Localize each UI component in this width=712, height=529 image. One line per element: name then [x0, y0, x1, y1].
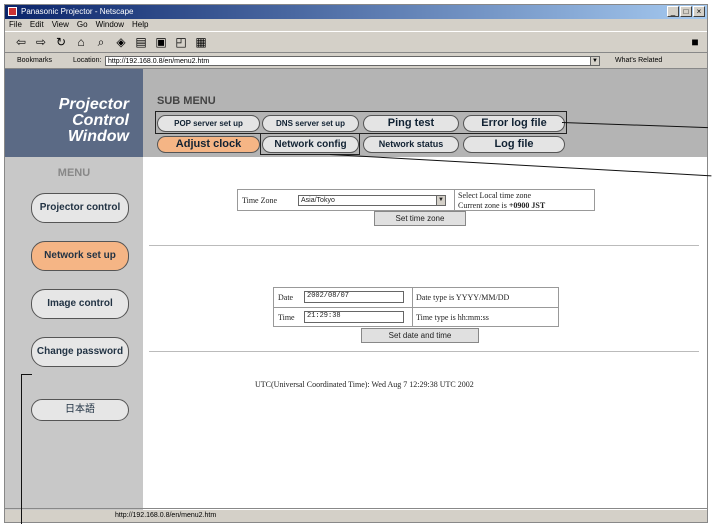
sidebar-item-projector-control[interactable]: Projector control [31, 193, 129, 223]
close-icon[interactable]: × [693, 6, 705, 17]
print-icon[interactable]: ▤ [133, 34, 149, 50]
submenu-title: SUB MENU [157, 95, 216, 107]
location-bar: Bookmarks Location: http://192.168.0.8/e… [5, 53, 707, 69]
timezone-table: Time Zone Asia/Tokyo ▼ Select Local time… [237, 189, 595, 211]
back-icon[interactable]: ⇦ [13, 34, 29, 50]
sidebar-item-change-password[interactable]: Change password [31, 337, 129, 367]
menu-edit[interactable]: Edit [30, 19, 44, 31]
divider [149, 245, 699, 246]
callout-box [155, 111, 567, 134]
utc-time-text: UTC(Universal Coordinated Time): Wed Aug… [255, 380, 474, 389]
date-hint: Date type is YYYY/MM/DD [416, 293, 510, 302]
sidebar-item-image-control[interactable]: Image control [31, 289, 129, 319]
adjust-clock-button[interactable]: Adjust clock [157, 136, 260, 153]
time-label: Time [278, 313, 295, 322]
forward-icon[interactable]: ⇨ [33, 34, 49, 50]
callout-line [22, 374, 32, 376]
maximize-icon[interactable]: □ [680, 6, 692, 17]
chevron-down-icon[interactable]: ▼ [590, 56, 600, 66]
menu-title: MENU [57, 167, 91, 179]
shop-icon[interactable]: ◰ [173, 34, 189, 50]
menu-file[interactable]: File [9, 19, 22, 31]
callout-line [21, 374, 23, 524]
time-hint: Time type is hh:mm:ss [416, 313, 489, 322]
title-bar: Panasonic Projector - Netscape _ □ × [5, 5, 707, 19]
app-icon [8, 7, 17, 16]
page-header: Projector Control Window SUB MENU POP se… [5, 69, 707, 157]
menu-bar: File Edit View Go Window Help [5, 19, 707, 31]
page-content: Projector Control Window SUB MENU POP se… [5, 69, 707, 510]
date-label: Date [278, 293, 294, 302]
sidebar-item-japanese[interactable]: 日本語 [31, 399, 129, 421]
datetime-table: Date 2002/08/07 Date type is YYYY/MM/DD … [273, 287, 559, 327]
menu-view[interactable]: View [52, 19, 69, 31]
status-bar: http://192.168.0.8/en/menu2.htm [5, 508, 707, 522]
callout-box [260, 133, 360, 155]
security-icon[interactable]: ▣ [153, 34, 169, 50]
menu-window[interactable]: Window [96, 19, 124, 31]
logo: Projector Control Window [5, 69, 143, 157]
netscape-icon[interactable]: ◈ [113, 34, 129, 50]
log-file-button[interactable]: Log file [463, 136, 565, 153]
sidebar-item-network-setup[interactable]: Network set up [31, 241, 129, 271]
netscape-logo-icon: ■ [691, 35, 699, 49]
timezone-label: Time Zone [242, 196, 278, 205]
location-label: Location: [73, 57, 102, 64]
window-title: Panasonic Projector - Netscape [21, 7, 134, 16]
chevron-down-icon[interactable]: ▼ [436, 195, 446, 206]
main-panel: Time Zone Asia/Tokyo ▼ Select Local time… [143, 157, 707, 510]
search-icon[interactable]: ⌕ [93, 34, 109, 50]
menu-go[interactable]: Go [77, 19, 88, 31]
divider [149, 351, 699, 352]
whats-related-button[interactable]: What's Related [615, 53, 662, 69]
reload-icon[interactable]: ↻ [53, 34, 69, 50]
timezone-note: Select Local time zone [458, 191, 532, 200]
set-date-time-button[interactable]: Set date and time [361, 328, 479, 343]
menu-help[interactable]: Help [132, 19, 148, 31]
stop-icon[interactable]: ▦ [193, 34, 209, 50]
nav-toolbar: ⇦ ⇨ ↻ ⌂ ⌕ ◈ ▤ ▣ ◰ ▦ ■ [5, 31, 707, 53]
minimize-icon[interactable]: _ [667, 6, 679, 17]
bookmarks-button[interactable]: Bookmarks [17, 53, 52, 69]
timezone-select[interactable]: Asia/Tokyo [298, 195, 444, 206]
set-time-zone-button[interactable]: Set time zone [374, 211, 466, 226]
home-icon[interactable]: ⌂ [73, 34, 89, 50]
browser-window: Panasonic Projector - Netscape _ □ × Fil… [4, 4, 708, 523]
network-status-button[interactable]: Network status [363, 136, 459, 153]
time-input[interactable]: 21:29:38 [304, 311, 404, 323]
url-input[interactable]: http://192.168.0.8/en/menu2.htm [105, 56, 600, 66]
date-input[interactable]: 2002/08/07 [304, 291, 404, 303]
current-zone-text: Current zone is +0900 JST [458, 201, 546, 210]
